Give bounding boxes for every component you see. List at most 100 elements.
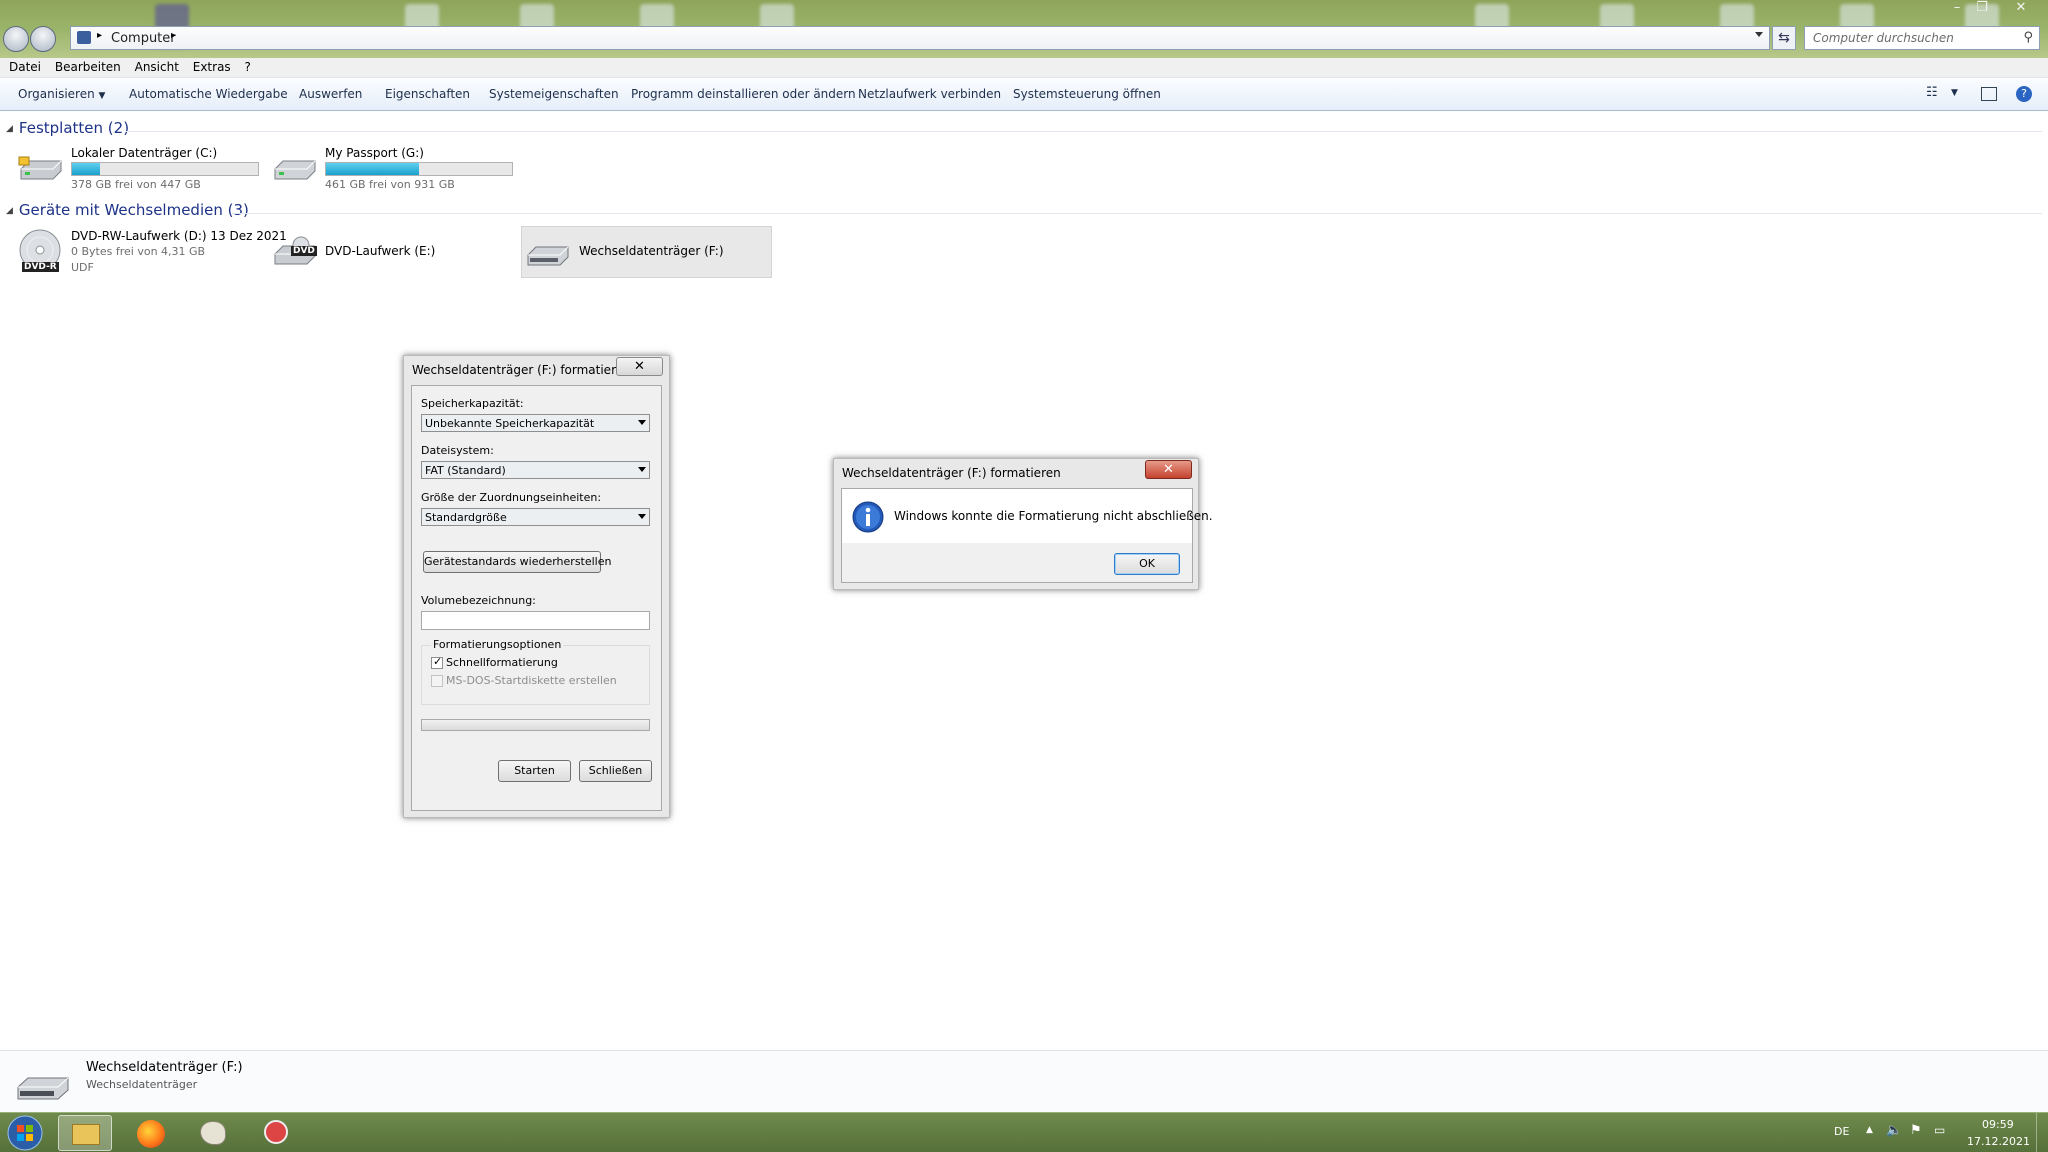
msdos-checkbox[interactable] (431, 675, 443, 687)
close-button[interactable]: Schließen (579, 760, 652, 782)
alloc-select[interactable]: Standardgröße (421, 508, 650, 526)
organize-button[interactable]: Organisieren ▼ (18, 87, 105, 101)
message-dialog-title: Wechseldatenträger (F:) formatieren (842, 466, 1061, 480)
forward-button[interactable] (30, 26, 56, 52)
autoplay-button[interactable]: Automatische Wiedergabe (129, 87, 288, 101)
breadcrumb[interactable]: Computer (111, 31, 176, 46)
taskbar-paint[interactable] (186, 1115, 240, 1151)
drive-g-free: 461 GB frei von 931 GB (325, 178, 455, 191)
collapse-icon[interactable]: ◢ (6, 206, 13, 216)
group-header-removable[interactable]: ◢ Geräte mit Wechselmedien (3) (6, 201, 249, 219)
volume-label: Volumebezeichnung: (421, 594, 536, 607)
filesystem-value: FAT (Standard) (425, 464, 506, 477)
hard-drive-icon (18, 156, 62, 180)
format-dialog-title: Wechseldatenträger (F:) formatieren (412, 363, 631, 377)
collapse-icon[interactable]: ◢ (6, 124, 13, 134)
refresh-button[interactable]: ⇆ (1772, 26, 1796, 50)
restore-defaults-button[interactable]: Gerätestandards wiederherstellen (423, 551, 611, 573)
start-button[interactable]: Starten (498, 760, 571, 782)
chevron-right-icon[interactable]: ▸ (171, 30, 176, 41)
menu-extras[interactable]: Extras (188, 58, 236, 76)
snipping-tool-icon (264, 1120, 288, 1144)
language-indicator[interactable]: DE (1834, 1125, 1849, 1138)
drive-c-usage-fill (72, 163, 100, 175)
close-window-button[interactable]: ✕ (2010, 0, 2032, 15)
drive-c-usage-bar (71, 162, 259, 176)
checkmark-icon: ✓ (433, 655, 443, 668)
format-dialog-body: Speicherkapazität: Unbekannte Speicherka… (411, 385, 662, 811)
volume-input[interactable] (421, 611, 650, 630)
details-type: Wechseldatenträger (86, 1078, 198, 1091)
drive-f-name: Wechseldatenträger (F:) (579, 244, 724, 258)
eject-button[interactable]: Auswerfen (299, 87, 362, 101)
close-icon[interactable]: ✕ (1145, 460, 1192, 479)
clock-date[interactable]: 17.12.2021 (1967, 1135, 2030, 1148)
menu-bar: Datei Bearbeiten Ansicht Extras ? (0, 58, 2048, 78)
taskbar-snipping[interactable] (248, 1115, 302, 1151)
close-icon[interactable]: ✕ (616, 357, 663, 376)
drive-e-name: DVD-Laufwerk (E:) (325, 244, 436, 258)
organize-label: Organisieren (18, 87, 95, 101)
filesystem-select[interactable]: FAT (Standard) (421, 461, 650, 479)
capacity-select[interactable]: Unbekannte Speicherkapazität (421, 414, 650, 432)
uninstall-program-button[interactable]: Programm deinstallieren oder ändern (631, 87, 856, 101)
group-title: Geräte mit Wechselmedien (3) (18, 201, 249, 219)
computer-icon (77, 31, 91, 44)
volume-icon[interactable]: 🔈 (1886, 1123, 1902, 1138)
separator (232, 213, 2042, 214)
message-dialog-body: Windows konnte die Formatierung nicht ab… (841, 488, 1213, 583)
show-desktop-button[interactable] (2036, 1113, 2048, 1152)
alloc-label: Größe der Zuordnungseinheiten: (421, 491, 602, 504)
address-bar[interactable]: ▸ Computer ▸ (70, 26, 1770, 50)
menu-help[interactable]: ? (240, 58, 256, 76)
menu-datei[interactable]: Datei (4, 58, 46, 76)
taskbar-explorer[interactable] (58, 1115, 112, 1151)
minimize-button[interactable]: – (1946, 0, 1968, 15)
chevron-down-icon (638, 467, 646, 472)
group-header-hard-disks[interactable]: ◢ Festplatten (2) (6, 119, 129, 137)
map-network-drive-button[interactable]: Netzlaufwerk verbinden (858, 87, 1001, 101)
dvd-badge: DVD (291, 246, 317, 256)
menu-ansicht[interactable]: Ansicht (130, 58, 184, 76)
back-button[interactable] (3, 26, 29, 52)
properties-button[interactable]: Eigenschaften (385, 87, 470, 101)
quick-format-label: Schnellformatierung (446, 656, 558, 669)
taskbar-firefox[interactable] (124, 1115, 178, 1151)
format-options-title: Formatierungsoptionen (431, 638, 564, 651)
details-name: Wechseldatenträger (F:) (86, 1060, 243, 1075)
error-message: Windows konnte die Formatierung nicht ab… (894, 509, 1213, 523)
msdos-label: MS-DOS-Startdiskette erstellen (446, 674, 617, 687)
separator (126, 131, 2042, 132)
action-center-flag-icon[interactable]: ⚑ (1910, 1123, 1922, 1138)
drive-g-usage-fill (326, 163, 419, 175)
preview-pane-icon[interactable] (1981, 87, 1997, 101)
search-placeholder: Computer durchsuchen (1813, 31, 1954, 45)
details-pane: Wechseldatenträger (F:) Wechseldatenträg… (0, 1050, 2048, 1112)
drive-c-name: Lokaler Datenträger (C:) (71, 146, 218, 160)
start-button-icon[interactable] (6, 1114, 44, 1152)
control-panel-button[interactable]: Systemsteuerung öffnen (1013, 87, 1161, 101)
chevron-right-icon: ▸ (97, 30, 103, 41)
drive-d-name: DVD-RW-Laufwerk (D:) 13 Dez 2021 (71, 229, 287, 243)
show-hidden-icons-icon[interactable]: ▲ (1866, 1125, 1873, 1135)
restore-button[interactable]: ❐ (1971, 0, 1993, 15)
chevron-down-icon[interactable]: ▼ (1951, 88, 1958, 98)
search-icon[interactable]: ⚲ (2023, 30, 2033, 45)
chevron-down-icon[interactable] (1755, 32, 1763, 37)
group-title: Festplatten (2) (18, 119, 130, 137)
search-input[interactable]: Computer durchsuchen ⚲ (1804, 26, 2040, 50)
help-icon[interactable]: ? (2016, 86, 2032, 102)
folder-icon (72, 1124, 100, 1145)
menu-bearbeiten[interactable]: Bearbeiten (50, 58, 126, 76)
drive-g-usage-bar (325, 162, 513, 176)
system-properties-button[interactable]: Systemeigenschaften (489, 87, 619, 101)
clock-time[interactable]: 09:59 (1982, 1118, 2014, 1131)
firefox-icon (137, 1120, 165, 1148)
quick-format-checkbox[interactable]: ✓ (431, 655, 443, 669)
capacity-value: Unbekannte Speicherkapazität (425, 417, 595, 430)
network-icon[interactable]: ▭ (1934, 1123, 1945, 1137)
info-icon (852, 501, 884, 533)
ok-button[interactable]: OK (1114, 553, 1180, 575)
capacity-label: Speicherkapazität: (421, 397, 524, 410)
view-options-icon[interactable]: ☷ (1926, 85, 1938, 100)
